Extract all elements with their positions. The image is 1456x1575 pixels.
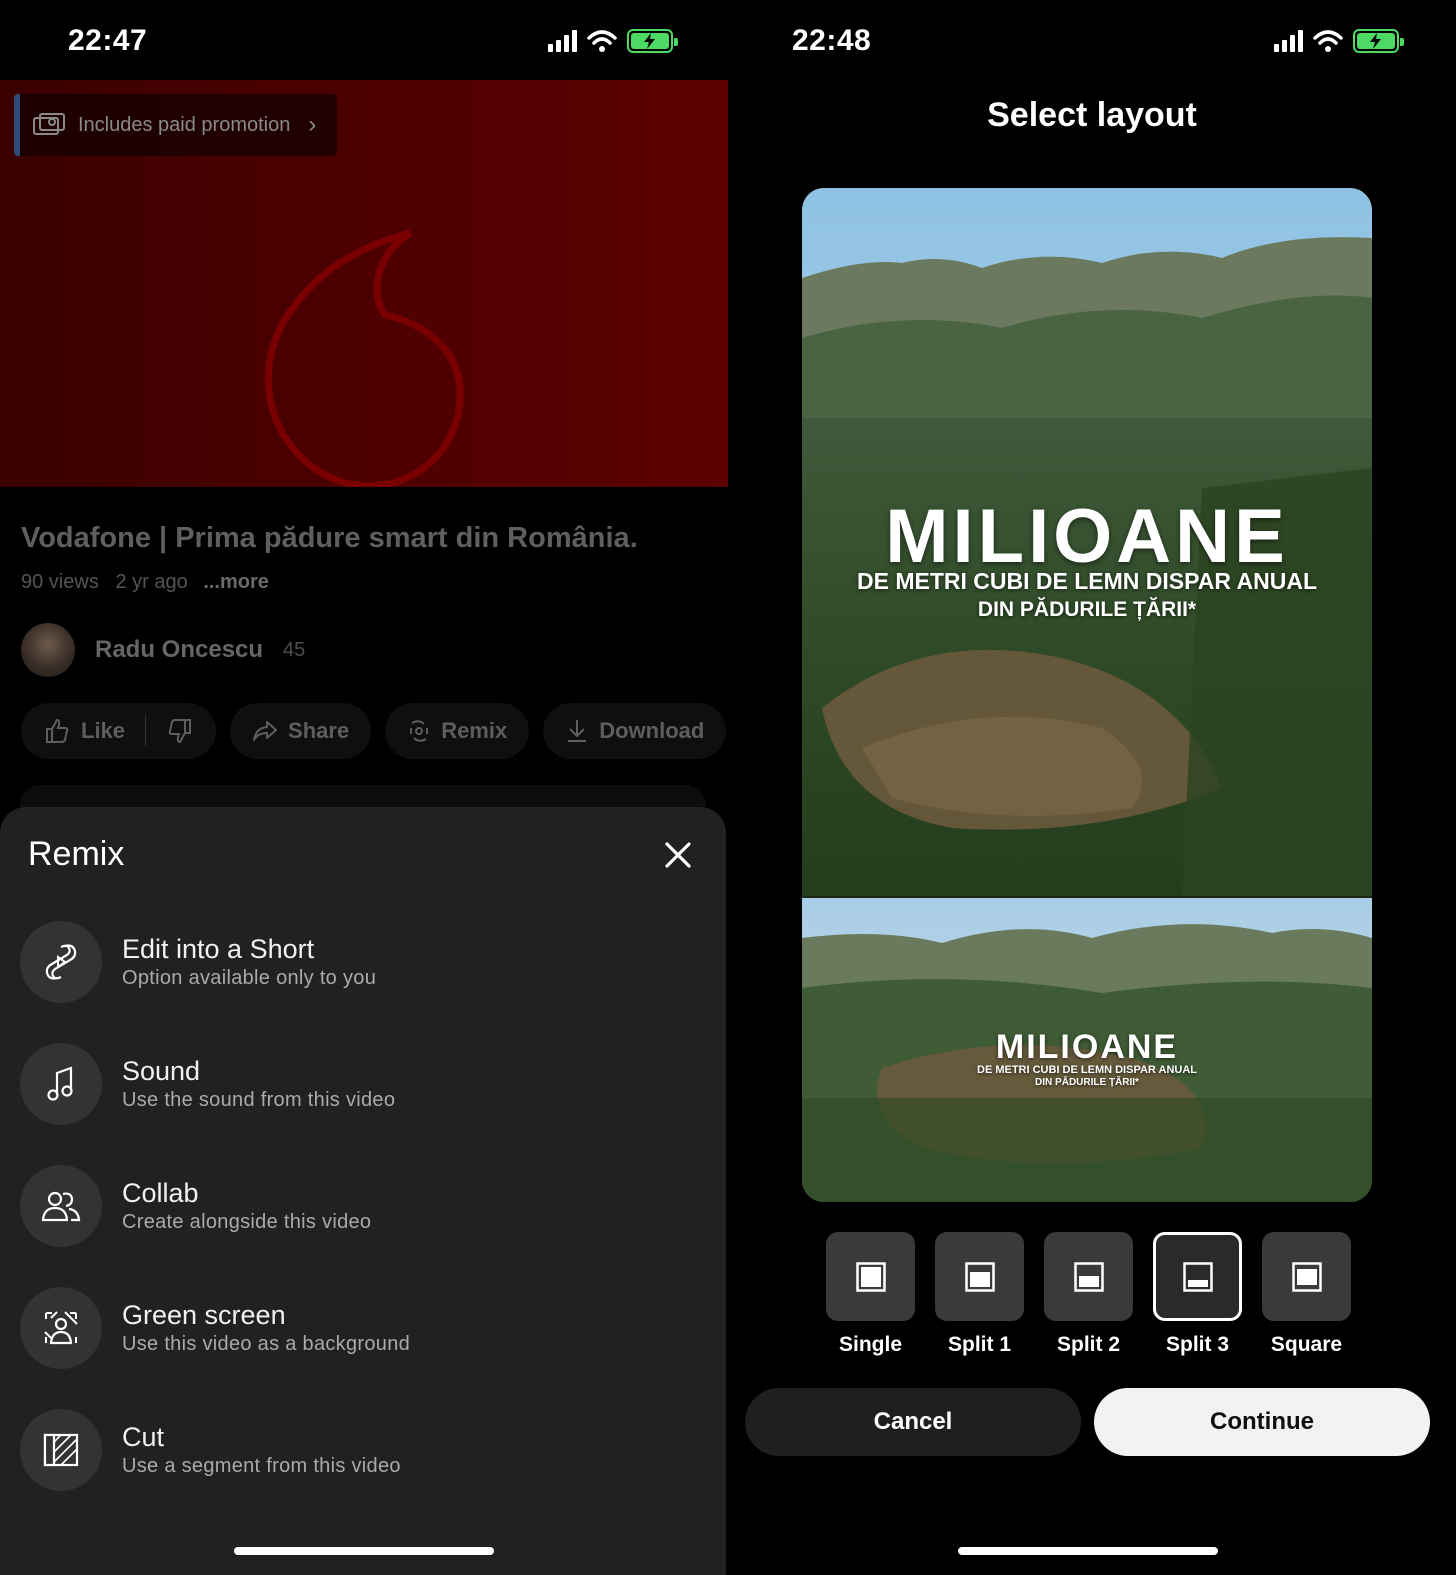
cut-icon — [43, 1433, 79, 1467]
cancel-button[interactable]: Cancel — [745, 1388, 1081, 1456]
overlay-line2-bottom: DIN PĂDURILE ȚĂRII* — [1035, 1077, 1139, 1088]
layout-split-2[interactable]: Split 2 — [1044, 1232, 1133, 1357]
vodafone-logo — [264, 229, 464, 487]
layout-label: Split 3 — [1165, 1333, 1229, 1356]
download-label: Download — [599, 718, 705, 743]
overlay-title-top: MILIOANE — [885, 494, 1289, 579]
layout-square[interactable]: Square — [1262, 1232, 1351, 1357]
wifi-icon — [1313, 30, 1343, 52]
music-note-icon — [47, 1066, 73, 1101]
download-button[interactable]: Download — [543, 703, 727, 759]
remix-icon — [410, 720, 429, 742]
layout-label: Square — [1270, 1333, 1343, 1356]
remix-screen: 22:47 Includes paid promotion › Vodafone… — [0, 0, 728, 1575]
overlay-line1-bottom: DE METRI CUBI DE LEMN DISPAR ANUAL — [977, 1064, 1197, 1076]
remix-option-edit-short[interactable]: Edit into a Short Option available only … — [20, 920, 710, 1004]
upload-age: 2 yr ago — [115, 571, 188, 593]
layout-single-icon — [855, 1261, 886, 1292]
remix-label: Remix — [441, 718, 508, 743]
home-indicator[interactable] — [234, 1547, 494, 1555]
promo-label: Includes paid promotion — [78, 113, 291, 136]
option-subtitle: Use a segment from this video — [122, 1455, 401, 1477]
layout-split-1-icon — [964, 1261, 995, 1292]
promotion-icon — [33, 113, 65, 135]
video-meta: 90 views 2 yr ago ...more — [21, 571, 269, 594]
option-title: Green screen — [122, 1300, 286, 1330]
layout-split-1[interactable]: Split 1 — [935, 1232, 1024, 1357]
sheet-title: Remix — [28, 835, 125, 873]
action-bar: Like Share Remix Download — [21, 703, 728, 759]
layout-split-2-icon — [1073, 1261, 1104, 1292]
option-title: Sound — [122, 1056, 201, 1086]
option-subtitle: Use the sound from this video — [122, 1089, 396, 1111]
option-title: Edit into a Short — [122, 934, 315, 964]
green-screen-icon — [44, 1311, 78, 1345]
overlay-line1-top: DE METRI CUBI DE LEMN DISPAR ANUAL — [857, 568, 1317, 594]
remix-button[interactable]: Remix — [385, 703, 530, 759]
subscriber-count: 45 — [283, 638, 306, 661]
option-subtitle: Create alongside this video — [122, 1211, 372, 1233]
people-icon — [41, 1191, 81, 1222]
layout-label: Single — [838, 1333, 902, 1356]
layout-single[interactable]: Single — [826, 1232, 915, 1357]
view-count: 90 views — [21, 571, 99, 593]
status-time: 22:47 — [68, 24, 148, 57]
option-subtitle: Option available only to you — [122, 967, 377, 989]
like-dislike-group: Like — [21, 703, 217, 759]
remix-option-sound[interactable]: Sound Use the sound from this video — [20, 1042, 710, 1126]
continue-button[interactable]: Continue — [1094, 1388, 1430, 1456]
cellular-signal-icon — [548, 30, 577, 52]
page-title: Select layout — [987, 96, 1197, 134]
avatar[interactable] — [21, 623, 75, 677]
option-title: Collab — [122, 1178, 199, 1208]
channel-row[interactable]: Radu Oncescu 45 — [21, 623, 305, 677]
video-title: Vodafone | Prima pădure smart din Români… — [21, 522, 638, 554]
overlay-title-bottom: MILIOANE — [995, 1028, 1179, 1066]
shorts-icon — [45, 944, 77, 980]
thumbs-down-icon[interactable] — [166, 717, 194, 745]
wifi-icon — [587, 30, 617, 52]
share-button[interactable]: Share — [230, 703, 372, 759]
chevron-right-icon: › — [308, 111, 317, 138]
more-link[interactable]: ...more — [203, 571, 269, 593]
remix-sheet: Remix Edit into a Short Option available… — [0, 807, 726, 1575]
channel-name[interactable]: Radu Oncescu — [95, 636, 263, 664]
share-icon — [253, 721, 278, 741]
layout-preview: MILIOANE DE METRI CUBI DE LEMN DISPAR AN… — [802, 188, 1372, 1202]
home-indicator[interactable] — [958, 1547, 1218, 1555]
select-layout-screen: 22:48 Select layout MILIOANE DE METRI CU… — [728, 0, 1456, 1575]
remix-option-green-screen[interactable]: Green screen Use this video as a backgro… — [20, 1286, 710, 1370]
battery-charging-icon — [627, 29, 678, 53]
like-button[interactable]: Like — [81, 718, 125, 744]
overlay-line2-top: DIN PĂDURILE ȚĂRII* — [977, 598, 1197, 621]
status-time: 22:48 — [792, 24, 872, 57]
battery-charging-icon — [1353, 29, 1404, 53]
remix-option-collab[interactable]: Collab Create alongside this video — [20, 1164, 710, 1248]
layout-square-icon — [1291, 1261, 1322, 1292]
cellular-signal-icon — [1274, 30, 1303, 52]
status-bar: 22:47 — [0, 0, 728, 80]
status-bar: 22:48 — [728, 0, 1456, 80]
layout-label: Split 1 — [947, 1333, 1011, 1356]
download-icon — [568, 720, 587, 742]
remix-option-cut[interactable]: Cut Use a segment from this video — [20, 1408, 710, 1492]
paid-promotion-badge[interactable]: Includes paid promotion › — [14, 94, 337, 156]
layout-label: Split 2 — [1056, 1333, 1120, 1356]
layout-split-3[interactable]: Split 3 — [1153, 1232, 1242, 1357]
layout-split-3-icon — [1182, 1261, 1213, 1292]
thumbs-up-icon[interactable] — [43, 717, 71, 745]
layout-options: Single Split 1 Split 2 Split 3 Square — [826, 1232, 1351, 1357]
option-subtitle: Use this video as a background — [122, 1333, 411, 1355]
option-title: Cut — [122, 1422, 165, 1452]
share-label: Share — [288, 718, 350, 743]
close-icon[interactable] — [660, 837, 696, 873]
